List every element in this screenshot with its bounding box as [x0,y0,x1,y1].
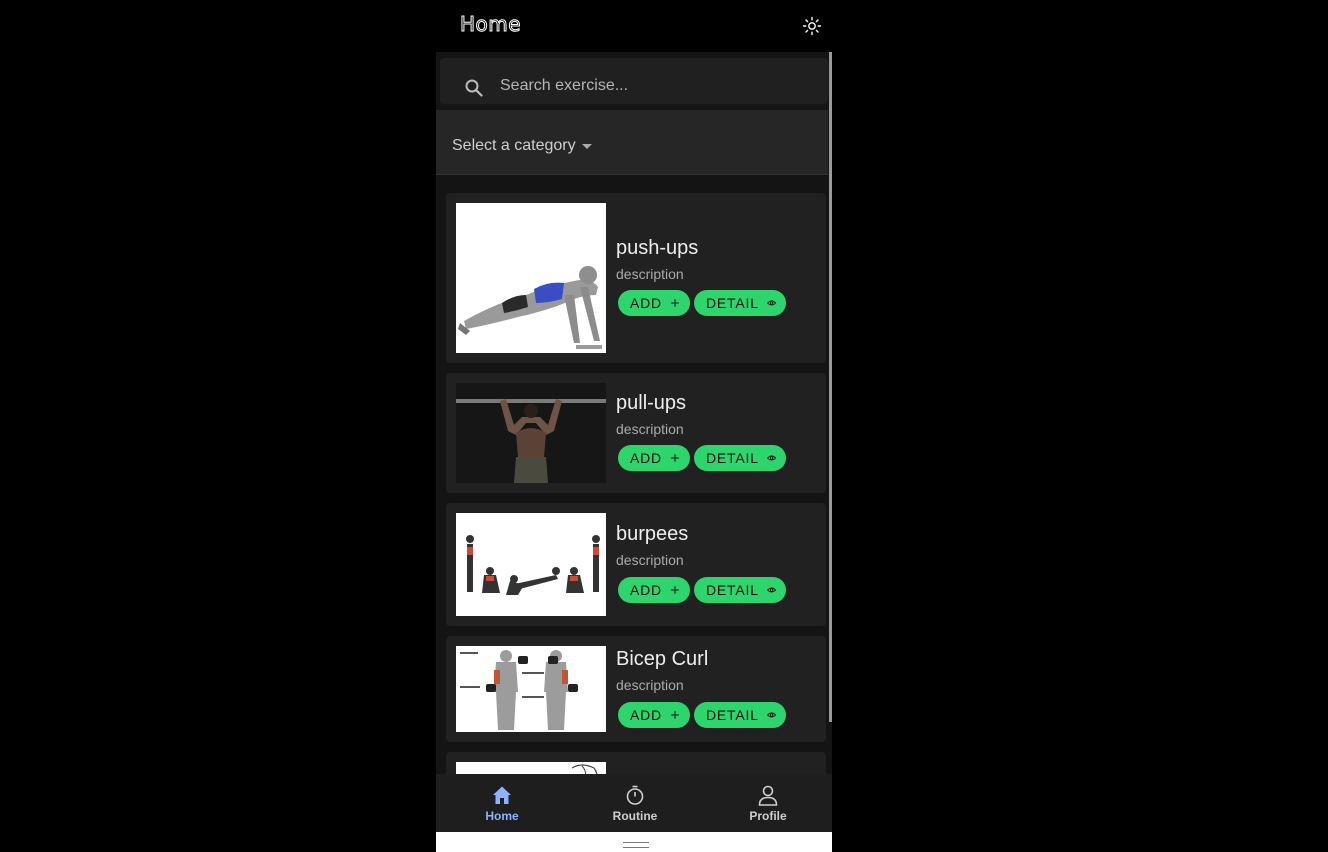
eye-icon [766,712,776,718]
exercise-description: description [616,266,684,282]
add-button-label: ADD [630,450,662,466]
add-button-label: ADD [630,707,662,723]
app-window: Home Select a category [436,0,832,852]
detail-button-label: DETAIL [706,582,759,598]
nav-label-routine: Routine [612,809,658,823]
detail-button-label: DETAIL [706,707,759,723]
person-icon [758,785,778,806]
exercise-description: description [616,677,684,693]
detail-exercise-button[interactable]: DETAIL [694,702,786,728]
exercise-card: pull-ups description ADD DETAIL [446,373,826,493]
nav-item-routine[interactable]: Routine [569,774,701,832]
exercise-thumbnail [456,513,606,616]
nav-item-profile[interactable]: Profile [702,774,832,832]
exercise-list-view[interactable]: Select a category push-ups descrip [436,52,832,774]
add-exercise-button[interactable]: ADD [618,577,690,603]
search-input[interactable] [498,70,802,102]
exercise-thumbnail [456,762,606,774]
add-exercise-button[interactable]: ADD [618,702,690,728]
plus-icon [671,454,679,462]
exercise-description: description [616,552,684,568]
plus-icon [671,586,679,594]
exercise-card: Bicep Curl description ADD DETAIL [446,636,826,742]
exercise-name: pull-ups [616,392,687,414]
add-button-label: ADD [630,582,662,598]
exercise-card [446,752,826,774]
exercise-thumbnail [456,646,606,732]
detail-button-label: DETAIL [706,295,759,311]
stopwatch-icon [626,785,644,805]
nav-label-home: Home [485,809,519,823]
bottom-navigation: Home Routine Profile [436,774,832,832]
exercise-name: push-ups [616,237,699,259]
search-icon [465,79,483,97]
top-app-bar: Home [436,0,832,52]
eye-icon [766,455,776,461]
eye-icon [766,300,776,306]
gesture-handle[interactable] [623,842,649,848]
detail-exercise-button[interactable]: DETAIL [694,290,786,316]
detail-button-label: DETAIL [706,450,759,466]
exercise-card: burpees description ADD DETAIL [446,503,826,626]
exercise-card: push-ups description ADD DETAIL [446,193,826,363]
exercise-name: Bicep Curl [616,648,709,670]
category-select[interactable]: Select a category [436,110,828,175]
exercise-name: burpees [616,523,689,545]
scrollbar[interactable] [829,52,832,722]
gesture-bar [436,832,832,852]
add-button-label: ADD [630,295,662,311]
add-exercise-button[interactable]: ADD [618,290,690,316]
search-bar [440,58,828,104]
detail-exercise-button[interactable]: DETAIL [694,577,786,603]
plus-icon [671,299,679,307]
home-icon [493,786,511,804]
category-select-label: Select a category [452,137,576,154]
exercise-thumbnail [456,383,606,483]
exercise-description: description [616,421,684,437]
caret-down-icon [582,144,592,149]
eye-icon [766,587,776,593]
theme-toggle-icon[interactable] [802,16,822,36]
plus-icon [671,711,679,719]
page-title: Home [459,12,522,37]
exercise-thumbnail [456,203,606,353]
nav-item-home[interactable]: Home [436,774,568,832]
add-exercise-button[interactable]: ADD [618,445,690,471]
nav-label-profile: Profile [749,809,787,823]
detail-exercise-button[interactable]: DETAIL [694,445,786,471]
